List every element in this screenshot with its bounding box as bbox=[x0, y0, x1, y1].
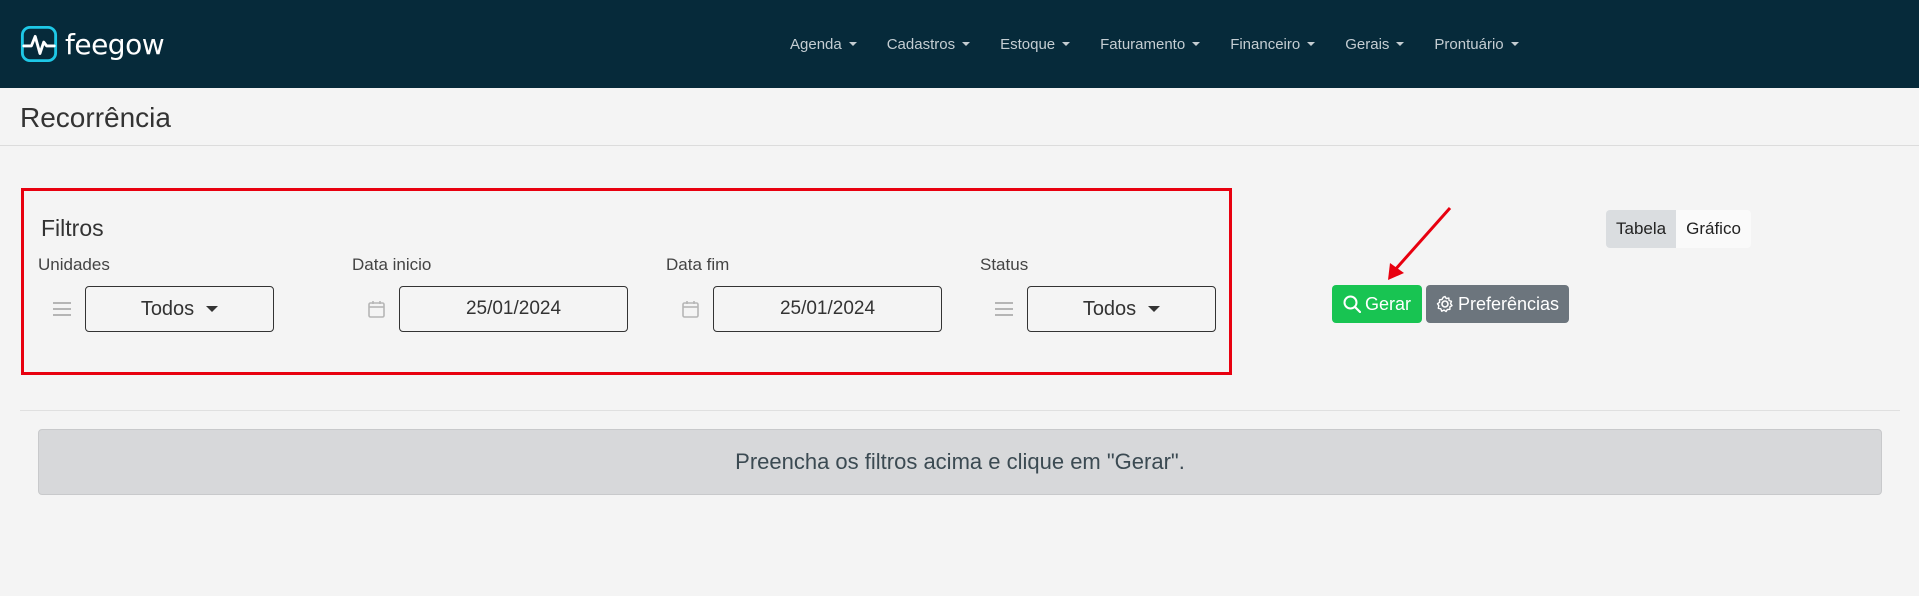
preferencias-button[interactable]: Preferências bbox=[1426, 285, 1569, 323]
filters-title: Filtros bbox=[41, 215, 104, 241]
list-icon bbox=[994, 299, 1014, 319]
status-value: Todos bbox=[1082, 297, 1137, 320]
nav-label: Estoque bbox=[1000, 35, 1056, 53]
nav-label: Gerais bbox=[1345, 35, 1390, 53]
section-divider bbox=[20, 410, 1900, 411]
caret-down-icon bbox=[1192, 42, 1201, 46]
preferencias-label: Preferências bbox=[1457, 293, 1560, 314]
nav-label: Agenda bbox=[790, 35, 842, 53]
status-select[interactable]: Todos bbox=[1027, 286, 1216, 332]
annotation-arrow-icon bbox=[1388, 207, 1452, 280]
caret-down-icon bbox=[1148, 306, 1161, 312]
tabela-toggle-button[interactable]: Tabela bbox=[1606, 210, 1677, 248]
top-navbar: feegow Agenda Cadastros Estoque Faturame… bbox=[0, 0, 1919, 88]
nav-label: Faturamento bbox=[1100, 35, 1186, 53]
filters-panel: Filtros Unidades Todos Data inicio Data … bbox=[21, 188, 1232, 375]
alert-message: Preencha os filtros acima e clique em "G… bbox=[735, 449, 1185, 474]
calendar-icon bbox=[366, 299, 386, 319]
logo-text: feegow bbox=[65, 27, 165, 61]
list-icon bbox=[52, 299, 72, 319]
unidades-select[interactable]: Todos bbox=[85, 286, 274, 332]
caret-down-icon bbox=[1062, 42, 1071, 46]
nav-label: Cadastros bbox=[886, 35, 956, 53]
page-title: Recorrência bbox=[20, 102, 171, 133]
main-nav: Agenda Cadastros Estoque Faturamento Fin… bbox=[790, 0, 1549, 88]
caret-down-icon bbox=[962, 42, 971, 46]
status-label: Status bbox=[980, 255, 1029, 274]
data-inicio-label: Data inicio bbox=[352, 255, 432, 274]
nav-item-cadastros[interactable]: Cadastros bbox=[886, 35, 971, 53]
nav-item-agenda[interactable]: Agenda bbox=[790, 36, 857, 53]
nav-label: Prontuário bbox=[1434, 35, 1504, 53]
caret-down-icon bbox=[848, 42, 857, 46]
nav-item-prontuario[interactable]: Prontuário bbox=[1434, 35, 1519, 53]
pulse-logo-icon bbox=[20, 25, 58, 63]
search-icon bbox=[1343, 295, 1361, 313]
gerar-button[interactable]: Gerar bbox=[1332, 285, 1422, 323]
page-header: Recorrência bbox=[0, 88, 1919, 146]
feegow-logo[interactable]: feegow bbox=[20, 24, 165, 64]
data-inicio-input[interactable] bbox=[399, 286, 628, 332]
caret-down-icon bbox=[1510, 42, 1519, 46]
nav-item-faturamento[interactable]: Faturamento bbox=[1100, 35, 1201, 53]
calendar-icon bbox=[680, 299, 700, 319]
data-fim-label: Data fim bbox=[666, 255, 730, 274]
gear-icon bbox=[1436, 295, 1453, 313]
caret-down-icon bbox=[206, 306, 219, 312]
nav-label: Financeiro bbox=[1230, 35, 1301, 53]
data-fim-input[interactable] bbox=[713, 286, 942, 332]
caret-down-icon bbox=[1307, 42, 1316, 46]
nav-item-financeiro[interactable]: Financeiro bbox=[1230, 35, 1316, 53]
empty-state-alert: Preencha os filtros acima e clique em "G… bbox=[38, 429, 1882, 495]
unidades-label: Unidades bbox=[38, 255, 110, 274]
caret-down-icon bbox=[1396, 42, 1405, 46]
unidades-value: Todos bbox=[140, 297, 195, 320]
gerar-label: Gerar bbox=[1364, 293, 1411, 314]
view-toggle: Tabela Gráfico bbox=[1606, 210, 1751, 248]
nav-item-gerais[interactable]: Gerais bbox=[1345, 35, 1405, 53]
nav-item-estoque[interactable]: Estoque bbox=[1000, 35, 1071, 53]
grafico-toggle-button[interactable]: Gráfico bbox=[1676, 210, 1751, 248]
